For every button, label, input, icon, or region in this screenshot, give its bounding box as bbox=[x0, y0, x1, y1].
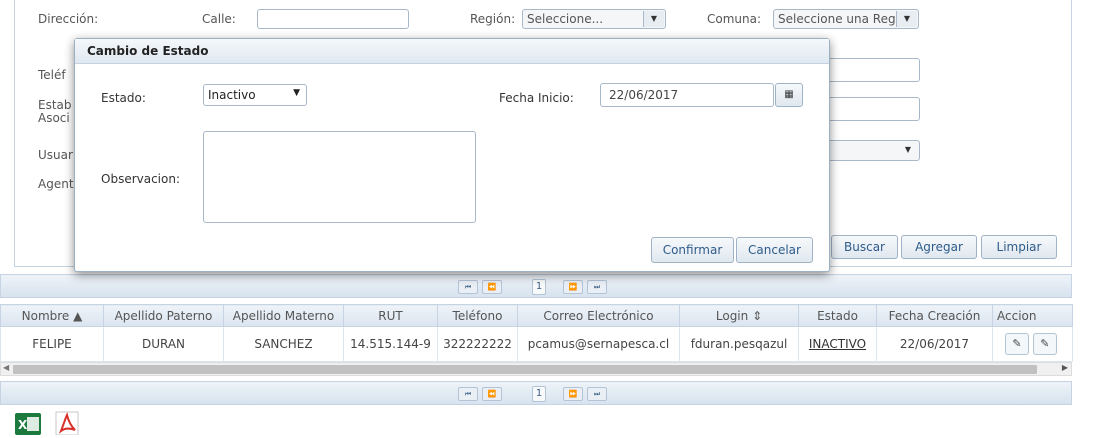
edit-state-button[interactable]: ✎ bbox=[1032, 333, 1057, 355]
fecha-inicio-input[interactable]: 22/06/2017 bbox=[600, 83, 774, 107]
buscar-button[interactable]: Buscar bbox=[831, 235, 898, 259]
last-page-icon[interactable]: ⏭ bbox=[587, 387, 607, 401]
col-telefono[interactable]: Teléfono bbox=[437, 304, 518, 327]
col-nombre[interactable]: Nombre ▲ bbox=[0, 304, 104, 327]
chevron-down-icon: ▼ bbox=[643, 11, 664, 27]
pdf-export-button[interactable] bbox=[54, 411, 80, 436]
confirm-button[interactable]: Confirmar bbox=[651, 237, 734, 263]
users-table: Nombre ▲ Apellido Paterno Apellido Mater… bbox=[0, 304, 1073, 362]
region-select-value: Seleccione... bbox=[527, 12, 604, 26]
cell-nombre: FELIPE bbox=[0, 326, 104, 362]
observacion-label: Observacion: bbox=[101, 172, 181, 186]
calendar-button[interactable]: ▦ bbox=[775, 83, 803, 107]
cell-estado-link[interactable]: INACTIVO bbox=[798, 326, 877, 362]
comuna-select-value: Seleccione una Reg bbox=[778, 12, 896, 26]
excel-export-button[interactable]: X bbox=[14, 411, 44, 435]
chevron-down-icon: ▼ bbox=[896, 11, 917, 27]
first-page-icon[interactable]: ⏮ bbox=[458, 280, 478, 294]
cell-apellido-paterno: DURAN bbox=[103, 326, 224, 362]
first-page-icon[interactable]: ⏮ bbox=[458, 387, 478, 401]
cell-rut: 14.515.144-9 bbox=[343, 326, 438, 362]
comuna-label: Comuna: bbox=[707, 12, 762, 26]
pencil-icon: ✎ bbox=[1040, 337, 1050, 350]
usuario-label: Usuar bbox=[38, 148, 73, 162]
col-apellido-paterno[interactable]: Apellido Paterno bbox=[103, 304, 224, 327]
dialog-header[interactable]: Cambio de Estado bbox=[75, 39, 829, 64]
current-page[interactable]: 1 bbox=[532, 279, 546, 295]
telefono-input[interactable] bbox=[820, 58, 920, 82]
col-accion: Accion bbox=[992, 304, 1073, 327]
chevron-down-icon: ▼ bbox=[293, 88, 300, 98]
calle-label: Calle: bbox=[202, 12, 236, 26]
chevron-down-icon: ▼ bbox=[904, 145, 912, 154]
cell-login: fduran.pesqazul bbox=[679, 326, 799, 362]
pager-bottom: ⏮ ⏪ 1 ⏩ ⏭ bbox=[0, 381, 1072, 405]
agente-label: Agent bbox=[38, 177, 74, 191]
horizontal-scrollbar[interactable]: ◀ ▶ bbox=[0, 362, 1072, 376]
svg-text:X: X bbox=[18, 418, 28, 432]
excel-icon: X bbox=[15, 413, 41, 435]
fecha-inicio-label: Fecha Inicio: bbox=[499, 91, 574, 105]
limpiar-button[interactable]: Limpiar bbox=[981, 235, 1057, 259]
col-apellido-materno[interactable]: Apellido Materno bbox=[223, 304, 344, 327]
calle-input[interactable] bbox=[257, 9, 409, 29]
scrollbar-thumb[interactable] bbox=[13, 365, 1037, 374]
table-row[interactable]: FELIPE DURAN SANCHEZ 14.515.144-9 322222… bbox=[0, 326, 1073, 362]
establecimiento-label-2: Asoci bbox=[38, 111, 70, 125]
telefono-label: Teléf bbox=[38, 68, 66, 82]
establecimiento-input[interactable] bbox=[820, 97, 920, 121]
agregar-button[interactable]: Agregar bbox=[901, 235, 977, 259]
dialog-title: Cambio de Estado bbox=[87, 44, 209, 58]
last-page-icon[interactable]: ⏭ bbox=[587, 280, 607, 294]
cell-apellido-materno: SANCHEZ bbox=[223, 326, 344, 362]
col-estado[interactable]: Estado bbox=[798, 304, 877, 327]
prev-page-icon[interactable]: ⏪ bbox=[482, 280, 502, 294]
current-page[interactable]: 1 bbox=[532, 386, 546, 402]
observacion-textarea[interactable] bbox=[203, 131, 476, 223]
usuario-select[interactable]: ▼ bbox=[820, 140, 920, 161]
direccion-label: Dirección: bbox=[38, 12, 99, 26]
next-page-icon[interactable]: ⏩ bbox=[563, 280, 583, 294]
cancel-button[interactable]: Cancelar bbox=[736, 237, 813, 263]
edit-button[interactable]: ✎ bbox=[1005, 333, 1029, 355]
cell-accion: ✎ ✎ bbox=[992, 326, 1073, 362]
scroll-right-icon[interactable]: ▶ bbox=[1062, 363, 1068, 372]
col-fecha-creacion[interactable]: Fecha Creación bbox=[876, 304, 993, 327]
next-page-icon[interactable]: ⏩ bbox=[563, 387, 583, 401]
estado-label: Estado: bbox=[101, 91, 146, 105]
calendar-icon: ▦ bbox=[784, 89, 794, 100]
comuna-select[interactable]: Seleccione una Reg ▼ bbox=[773, 9, 919, 29]
col-login[interactable]: Login ⇕ bbox=[679, 304, 799, 327]
region-select[interactable]: Seleccione... ▼ bbox=[522, 9, 666, 29]
cell-fecha-creacion: 22/06/2017 bbox=[876, 326, 993, 362]
region-label: Región: bbox=[470, 12, 516, 26]
table-header-row: Nombre ▲ Apellido Paterno Apellido Mater… bbox=[0, 304, 1073, 327]
cell-correo: pcamus@sernapesca.cl bbox=[517, 326, 680, 362]
scroll-left-icon[interactable]: ◀ bbox=[3, 363, 9, 372]
cambio-estado-dialog: Cambio de Estado Estado: Inactivo ▼ Fech… bbox=[74, 38, 830, 272]
pdf-icon bbox=[55, 411, 79, 436]
estado-select[interactable]: Inactivo ▼ bbox=[203, 84, 307, 106]
col-rut[interactable]: RUT bbox=[343, 304, 438, 327]
prev-page-icon[interactable]: ⏪ bbox=[482, 387, 502, 401]
establecimiento-label: Estab bbox=[38, 98, 72, 112]
cell-telefono: 322222222 bbox=[437, 326, 518, 362]
pager-top: ⏮ ⏪ 1 ⏩ ⏭ bbox=[0, 274, 1072, 298]
col-correo[interactable]: Correo Electrónico bbox=[517, 304, 680, 327]
estado-select-value: Inactivo bbox=[208, 88, 256, 102]
pencil-icon: ✎ bbox=[1012, 337, 1022, 350]
